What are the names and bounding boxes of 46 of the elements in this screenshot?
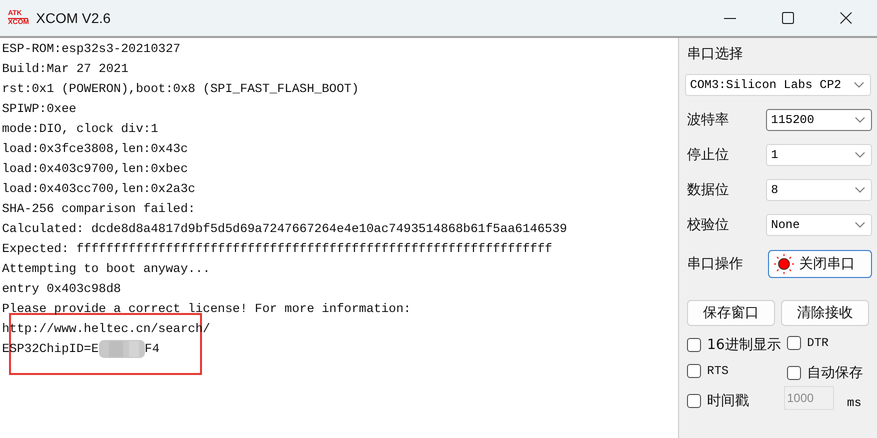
setting-label: 数据位	[687, 181, 729, 199]
log-line: load:0x3fce3808,len:0x43c	[1, 141, 188, 158]
status-light-icon	[773, 254, 795, 274]
setting-label: 停止位	[687, 146, 729, 164]
log-line: Expected: ffffffffffffffffffffffffffffffffffffffffffffffffffffffffffffffff	[1, 241, 552, 258]
port-label: 串口选择	[687, 45, 743, 63]
log-line: load:0x403cc700,len:0x2a3c	[1, 181, 196, 198]
maximize-icon[interactable]	[782, 12, 794, 24]
log-line: rst:0x1 (POWERON),boot:0x8 (SPI_FAST_FLASH_BOOT)	[1, 81, 359, 98]
chevron-icon	[855, 152, 865, 158]
log-line: SHA-256 comparison failed:	[1, 201, 196, 218]
window-title: XCOM V2.6	[36, 10, 111, 26]
close-port-button[interactable]: 关闭串口	[768, 250, 872, 278]
receive-area[interactable]	[0, 38, 679, 438]
log-line: mode:DIO, clock div:1	[1, 121, 158, 138]
log-line: F4	[144, 341, 160, 358]
setting-dropdown[interactable]: 1	[766, 144, 872, 166]
log-line: ESP-ROM:esp32s3-20210327	[1, 41, 180, 58]
chevron-icon	[855, 222, 865, 228]
log-line: Please provide a correct license! For more information:	[1, 301, 411, 318]
log-line: entry 0x403c98d8	[1, 281, 121, 298]
log-line: Calculated: dcde8d8a4817d9bf5d5d69a7247667264e4e10ac7493514868b61f5aa6146539	[1, 221, 568, 238]
checkbox[interactable]: RTS	[687, 364, 729, 378]
unit-label: ms	[847, 396, 862, 410]
checkbox[interactable]: 自动保存	[787, 364, 863, 382]
blurred-redaction	[98, 340, 145, 358]
close-icon[interactable]	[840, 12, 852, 24]
checkbox[interactable]: 时间戳	[687, 392, 749, 410]
checkbox[interactable]: 16进制显示	[687, 336, 781, 354]
setting-dropdown[interactable]: 8	[766, 179, 872, 201]
port-dropdown[interactable]: COM3:Silicon Labs CP2	[685, 74, 871, 96]
checkbox[interactable]: DTR	[787, 336, 829, 350]
panel-button[interactable]: 清除接收	[781, 300, 869, 326]
setting-label: 波特率	[687, 111, 729, 129]
setting-dropdown[interactable]: None	[766, 214, 872, 236]
log-line: SPIWP:0xee	[1, 101, 76, 118]
setting-label: 校验位	[687, 216, 729, 234]
log-line: Build:Mar 27 2021	[1, 61, 128, 78]
chevron-icon	[854, 82, 864, 88]
operation-label: 串口操作	[687, 255, 743, 273]
setting-dropdown[interactable]: 115200	[766, 109, 872, 131]
log-line: Attempting to boot anyway...	[1, 261, 210, 278]
panel-button[interactable]: 保存窗口	[687, 300, 775, 326]
chevron-icon	[855, 117, 865, 123]
log-line: load:0x403c9700,len:0xbec	[1, 161, 188, 178]
chevron-icon	[855, 187, 865, 193]
